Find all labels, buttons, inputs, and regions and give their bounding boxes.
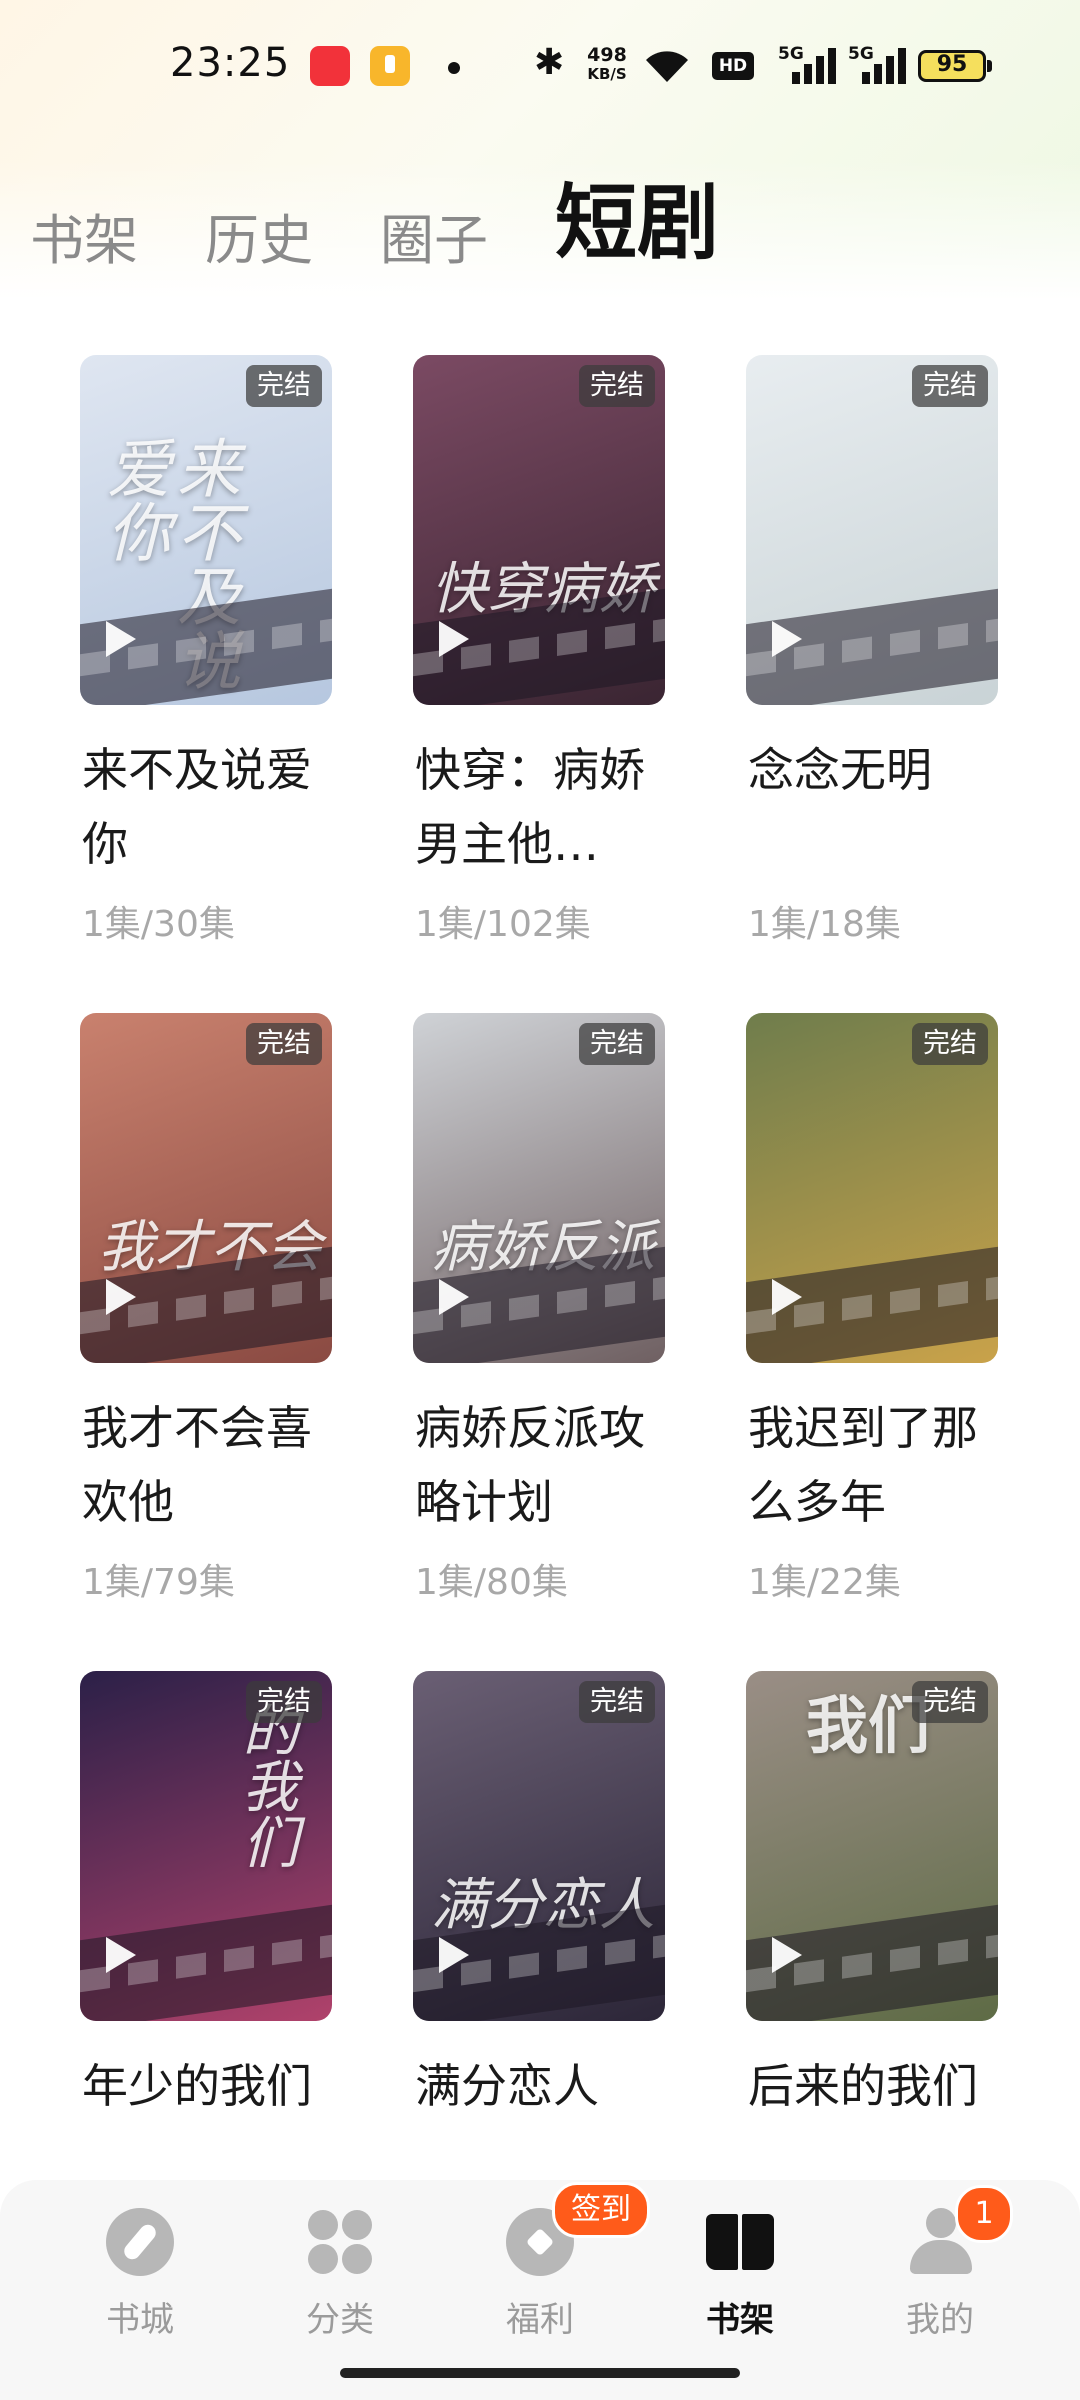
play-icon (772, 621, 802, 657)
drama-title: 快穿：病娇男主他… (415, 743, 645, 871)
drama-cover[interactable]: 来不及说爱你 完结 (80, 355, 332, 705)
bottom-navigation: 书城 分类 福利 书架 我的 (0, 2180, 1080, 2400)
episode-progress: 1集/22集 (748, 1562, 901, 1603)
completed-badge: 完结 (246, 1681, 322, 1723)
drama-cover[interactable]: 快穿病娇 完结 (413, 355, 665, 705)
drama-title: 我迟到了那么多年 (748, 1401, 978, 1529)
drama-cover[interactable]: 我才不会 完结 (80, 1013, 332, 1363)
book-icon (706, 2208, 774, 2276)
tab-circle[interactable]: 圈子 (380, 196, 488, 275)
signal-5g-label: 5G (848, 44, 874, 64)
completed-badge: 完结 (579, 365, 655, 407)
drama-card[interactable]: 来不及说爱你 完结 来不及说爱你 1集/30集 (80, 355, 332, 955)
play-icon (772, 1279, 802, 1315)
xiaohongshu-notification-icon (310, 46, 350, 86)
network-speed-unit: KB/S (587, 65, 627, 83)
play-icon (106, 1937, 136, 1973)
completed-badge: 完结 (579, 1023, 655, 1065)
drama-card[interactable]: 完结 我迟到了那么多年 1集/22集 (746, 1013, 998, 1613)
signin-badge[interactable]: 签到 (552, 2182, 650, 2238)
signal-5g-icon: 5G (848, 44, 906, 88)
nav-bookstore[interactable]: 书城 (70, 2208, 210, 2340)
completed-badge: 完结 (912, 1681, 988, 1723)
more-notifications-dot-icon (448, 62, 460, 74)
play-icon (439, 1937, 469, 1973)
drama-cover[interactable]: 的我们 完结 (80, 1671, 332, 2021)
nav-bookshelf[interactable]: 书架 (670, 2208, 810, 2340)
network-speed-value: 498 (587, 44, 627, 66)
drama-cover[interactable]: 满分恋人 完结 (413, 1671, 665, 2021)
tab-short-drama[interactable]: 短剧 (555, 156, 719, 275)
drama-title: 我才不会喜欢他 (82, 1401, 312, 1529)
nav-label: 书架 (706, 2300, 774, 2340)
play-icon (439, 621, 469, 657)
flashlight-notification-icon (370, 46, 410, 86)
drama-title: 满分恋人 (415, 2059, 599, 2113)
episode-progress: 1集/18集 (748, 904, 901, 945)
drama-cover[interactable]: 完结 (746, 355, 998, 705)
completed-badge: 完结 (579, 1681, 655, 1723)
completed-badge: 完结 (246, 1023, 322, 1065)
drama-cover[interactable]: 完结 (746, 1013, 998, 1363)
bluetooth-icon: ✱ (534, 42, 565, 83)
episode-progress: 1集/80集 (415, 1562, 568, 1603)
drama-card[interactable]: 病娇反派 完结 病娇反派攻略计划 1集/80集 (413, 1013, 665, 1613)
episode-progress: 1集/79集 (82, 1562, 235, 1603)
signal-5g-label: 5G (778, 44, 804, 64)
battery-level: 95 (936, 52, 968, 77)
nav-label: 我的 (906, 2300, 974, 2340)
nav-label: 福利 (506, 2300, 574, 2340)
completed-badge: 完结 (246, 365, 322, 407)
signal-5g-icon: 5G (778, 44, 836, 88)
drama-cover[interactable]: 我们 完结 (746, 1671, 998, 2021)
play-icon (106, 621, 136, 657)
tab-bookshelf[interactable]: 书架 (30, 196, 138, 275)
play-icon (106, 1279, 136, 1315)
completed-badge: 完结 (912, 1023, 988, 1065)
tab-history[interactable]: 历史 (205, 196, 313, 275)
compass-icon (106, 2208, 174, 2276)
nav-label: 书城 (106, 2300, 174, 2340)
drama-title: 病娇反派攻略计划 (415, 1401, 645, 1529)
play-icon (439, 1279, 469, 1315)
nav-category[interactable]: 分类 (270, 2208, 410, 2340)
drama-title: 后来的我们 (748, 2059, 978, 2113)
hd-voice-icon: HD (712, 52, 754, 80)
clock: 23:25 (170, 40, 291, 86)
drama-card[interactable]: 我才不会 完结 我才不会喜欢他 1集/79集 (80, 1013, 332, 1613)
status-bar: 23:25 ✱ 498 KB/S HD 5G 5G 95 (0, 0, 1080, 140)
episode-progress: 1集/30集 (82, 904, 235, 945)
home-indicator[interactable] (340, 2368, 740, 2378)
drama-title: 来不及说爱你 (82, 743, 312, 871)
grid-icon (306, 2208, 374, 2276)
notification-count-badge: 1 (955, 2185, 1013, 2243)
drama-card[interactable]: 快穿病娇 完结 快穿：病娇男主他… 1集/102集 (413, 355, 665, 955)
drama-cover[interactable]: 病娇反派 完结 (413, 1013, 665, 1363)
battery-icon: 95 (918, 50, 992, 82)
drama-title: 念念无明 (748, 743, 932, 797)
play-icon (772, 1937, 802, 1973)
network-speed: 498 KB/S (582, 46, 632, 84)
wifi-icon (646, 51, 688, 82)
drama-title: 年少的我们 (82, 2059, 312, 2113)
nav-label: 分类 (306, 2300, 374, 2340)
drama-card[interactable]: 完结 念念无明 1集/18集 (746, 355, 998, 955)
completed-badge: 完结 (912, 365, 988, 407)
episode-progress: 1集/102集 (415, 904, 591, 945)
